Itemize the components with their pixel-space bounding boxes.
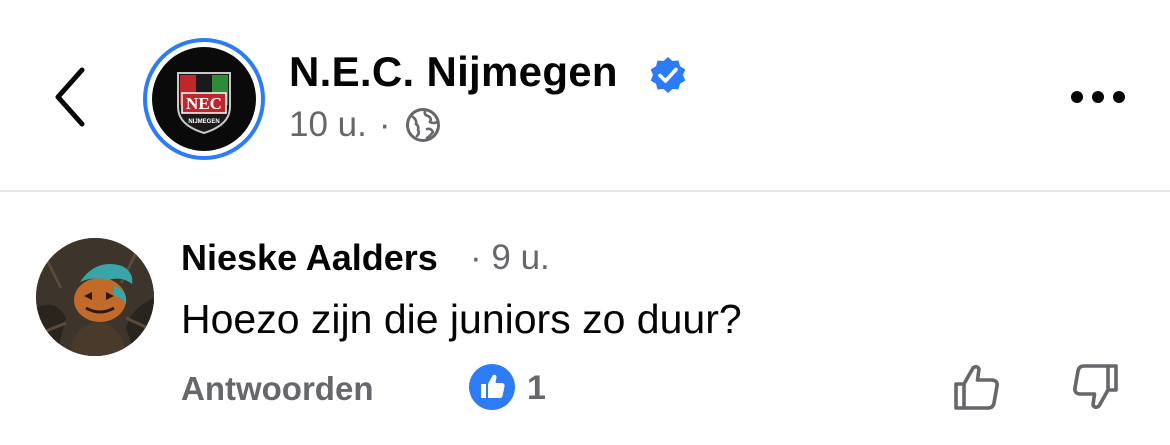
page-avatar[interactable]: NEC NIJMEGEN [143,38,265,160]
commenter-photo [36,238,154,356]
svg-text:NIJMEGEN: NIJMEGEN [188,119,219,125]
nec-logo: NEC NIJMEGEN [152,47,256,151]
post-header: NEC NIJMEGEN N.E.C. Nijmegen 10 u. · [0,0,1170,190]
post-meta: 10 u. · [289,105,441,145]
header-divider [0,190,1170,192]
back-chevron-icon[interactable] [48,62,98,132]
reply-button[interactable]: Antwoorden [181,370,373,408]
thumbs-down-icon[interactable] [1068,360,1122,414]
svg-text:NEC: NEC [186,94,222,113]
verified-badge-icon [650,57,686,93]
post-time: 10 u. [289,105,367,144]
like-reaction-icon[interactable] [468,363,516,411]
commenter-avatar[interactable] [36,238,154,356]
meta-separator: · [378,105,391,144]
globe-icon[interactable] [405,107,441,143]
page-name[interactable]: N.E.C. Nijmegen [289,48,618,96]
comment-author[interactable]: Nieske Aalders [181,237,438,279]
like-count[interactable]: 1 [527,369,546,408]
nec-crest-icon: NEC NIJMEGEN [177,72,231,135]
more-options-icon[interactable] [1068,88,1128,106]
comment-text: Hoezo zijn die juniors zo duur? [181,296,742,342]
comment-time: · 9 u. [470,238,550,277]
thumbs-up-icon[interactable] [950,360,1004,414]
